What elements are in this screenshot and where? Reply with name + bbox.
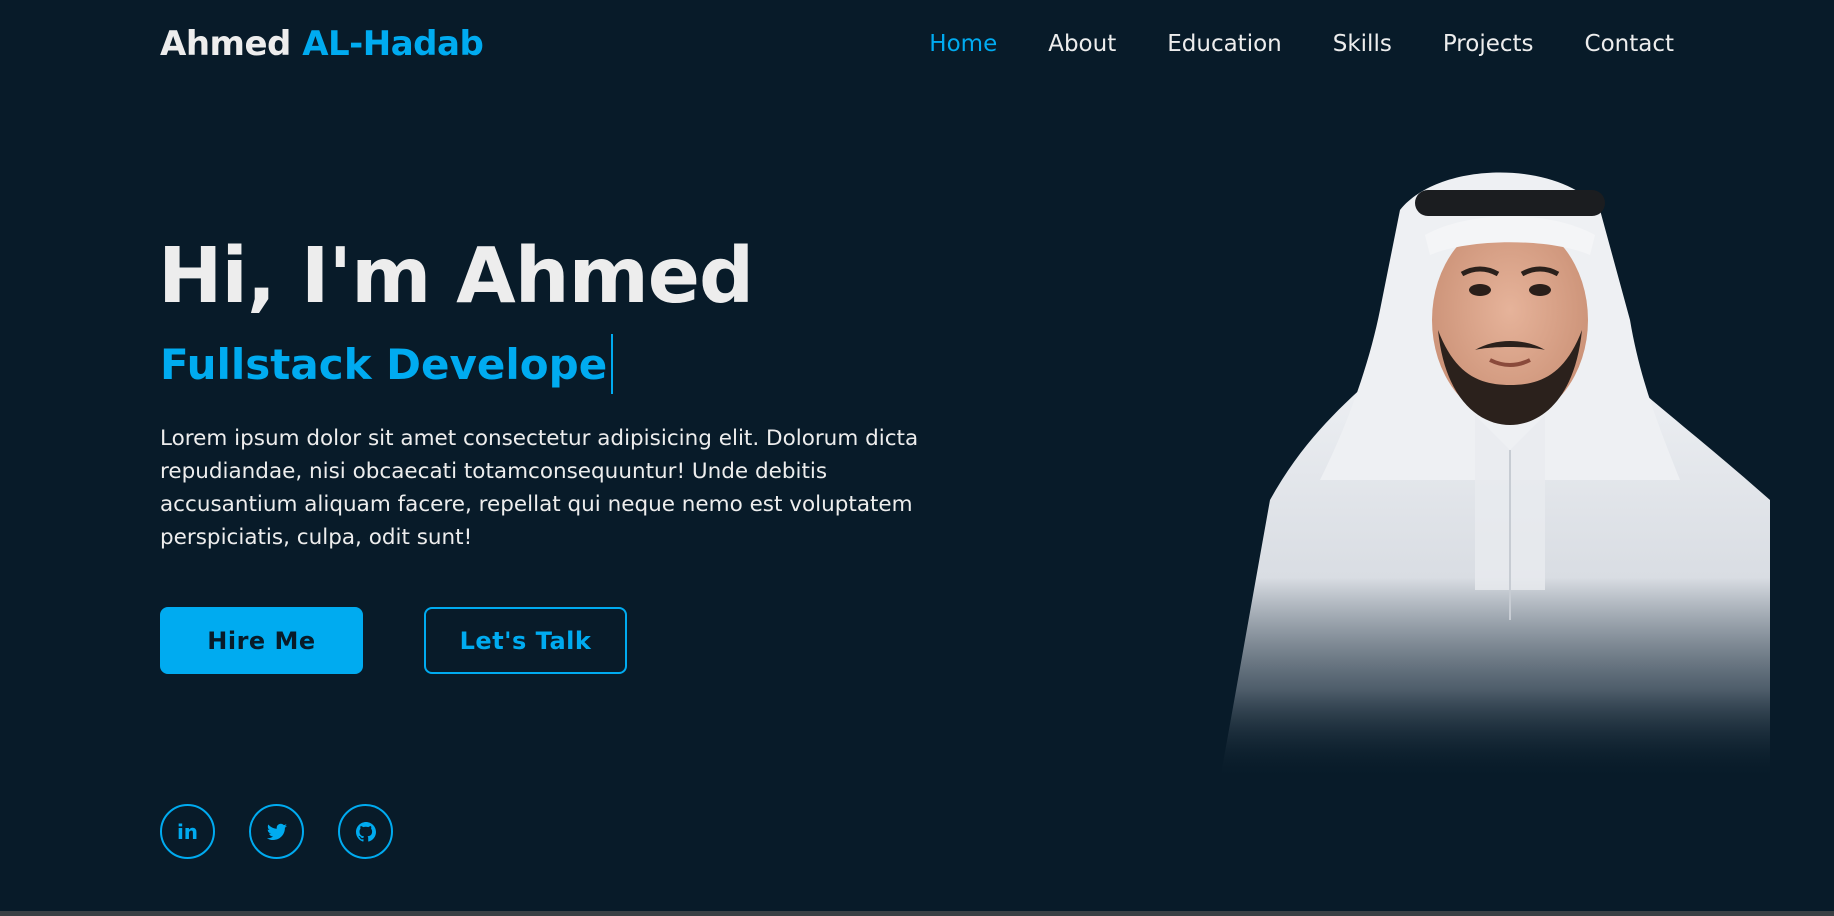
nav-skills[interactable]: Skills [1333, 31, 1392, 57]
profile-portrait [1220, 172, 1770, 780]
brand-last-name: AL-Hadab [302, 24, 484, 64]
nav-education[interactable]: Education [1167, 31, 1282, 57]
hire-me-button[interactable]: Hire Me [160, 607, 363, 674]
site-header: Ahmed AL-Hadab Home About Education Skil… [0, 0, 1834, 92]
github-icon [355, 821, 376, 842]
github-link[interactable] [338, 804, 393, 859]
brand-logo[interactable]: Ahmed AL-Hadab [160, 24, 484, 64]
hero-greeting: Hi, I'm Ahmed [158, 232, 754, 321]
bottom-edge [0, 911, 1834, 916]
hero-role-text: Fullstack Develope [160, 339, 608, 389]
hero-role: Fullstack Develope [160, 334, 614, 394]
nav-contact[interactable]: Contact [1585, 31, 1674, 57]
nav-home[interactable]: Home [929, 31, 997, 57]
twitter-link[interactable] [249, 804, 304, 859]
social-links: in [160, 804, 393, 859]
typing-caret [611, 334, 614, 394]
lets-talk-button[interactable]: Let's Talk [424, 607, 627, 674]
page: Ahmed AL-Hadab Home About Education Skil… [0, 0, 1834, 916]
nav-about[interactable]: About [1048, 31, 1116, 57]
main-nav: Home About Education Skills Projects Con… [929, 31, 1674, 57]
nav-projects[interactable]: Projects [1443, 31, 1534, 57]
hero-description: Lorem ipsum dolor sit amet consectetur a… [160, 426, 919, 550]
linkedin-icon: in [176, 819, 199, 844]
brand-first-name: Ahmed [160, 24, 291, 64]
twitter-icon [266, 823, 287, 840]
linkedin-link[interactable]: in [160, 804, 215, 859]
